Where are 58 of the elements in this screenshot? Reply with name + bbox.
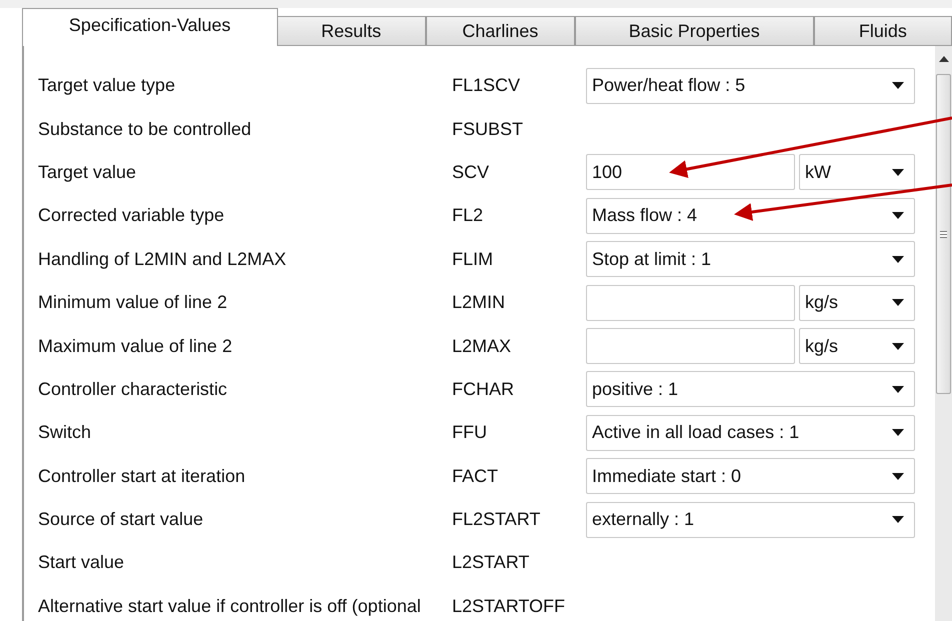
field-label: Switch: [37, 422, 92, 444]
parameter-code: L2START: [452, 552, 530, 574]
parameter-code: FFU: [452, 422, 488, 444]
dropdown[interactable]: positive : 1: [586, 371, 915, 408]
parameter-code: FACT: [452, 466, 500, 487]
field-label: Minimum value of line 2: [37, 292, 228, 314]
parameter-code: FL1SCV: [452, 75, 522, 96]
input-field[interactable]: [586, 328, 795, 364]
tab[interactable]: Specification-Values: [22, 8, 278, 46]
tab[interactable]: Fluids: [814, 16, 952, 45]
field-label: Corrected variable type: [37, 205, 226, 226]
field-label: Target value type: [37, 75, 176, 96]
dropdown[interactable]: kW: [799, 154, 915, 190]
caret-icon: [892, 472, 904, 480]
caret-icon: [892, 82, 904, 90]
dropdown[interactable]: kg/s: [799, 328, 915, 364]
scrollbar[interactable]: [935, 46, 952, 621]
dropdown[interactable]: Active in all load cases : 1: [586, 414, 915, 451]
parameter-code: FCHAR: [452, 378, 515, 400]
dropdown[interactable]: Power/heat flow : 5: [586, 68, 915, 104]
dropdown[interactable]: Immediate start : 0: [586, 458, 915, 494]
grip-icon: [940, 230, 947, 238]
scroll-up-icon[interactable]: [938, 56, 948, 62]
field-label: Start value: [37, 552, 126, 574]
tab[interactable]: Results: [276, 16, 426, 45]
caret-icon: [892, 168, 904, 176]
field-label: Source of start value: [37, 509, 204, 530]
caret-icon: [892, 212, 904, 220]
dropdown[interactable]: kg/s: [799, 284, 915, 321]
parameter-code: L2MAX: [452, 336, 512, 357]
field-label: Alternative start value if controller is off (optional: [37, 596, 422, 617]
parameter-code: FL2START: [452, 509, 542, 530]
field-label: Target value: [37, 162, 138, 183]
dropdown[interactable]: Mass flow : 4: [586, 198, 915, 234]
caret-icon: [892, 516, 904, 524]
field-label: Controller start at iteration: [37, 466, 246, 487]
caret-icon: [892, 299, 904, 306]
caret-icon: [892, 256, 904, 263]
input-field[interactable]: 100: [586, 154, 795, 190]
caret-icon: [892, 429, 904, 436]
parameter-code: FLIM: [452, 248, 494, 270]
parameter-code: L2STARTOFF: [452, 596, 566, 617]
caret-icon: [892, 342, 904, 350]
input-field[interactable]: [586, 284, 795, 321]
parameter-code: FSUBST: [452, 118, 524, 140]
dropdown[interactable]: externally : 1: [586, 502, 915, 538]
caret-icon: [892, 386, 904, 393]
scrollbar-thumb[interactable]: [936, 74, 951, 394]
field-label: Maximum value of line 2: [37, 336, 234, 357]
parameter-code: FL2: [452, 205, 484, 226]
parameter-code: L2MIN: [452, 292, 506, 314]
field-label: Substance to be controlled: [37, 118, 252, 140]
tab[interactable]: Basic Properties: [574, 16, 814, 45]
parameter-code: SCV: [452, 162, 490, 183]
dropdown[interactable]: Stop at limit : 1: [586, 241, 915, 278]
field-label: Handling of L2MIN and L2MAX: [37, 248, 288, 270]
field-label: Controller characteristic: [37, 378, 228, 400]
tab[interactable]: Charlines: [426, 16, 575, 45]
